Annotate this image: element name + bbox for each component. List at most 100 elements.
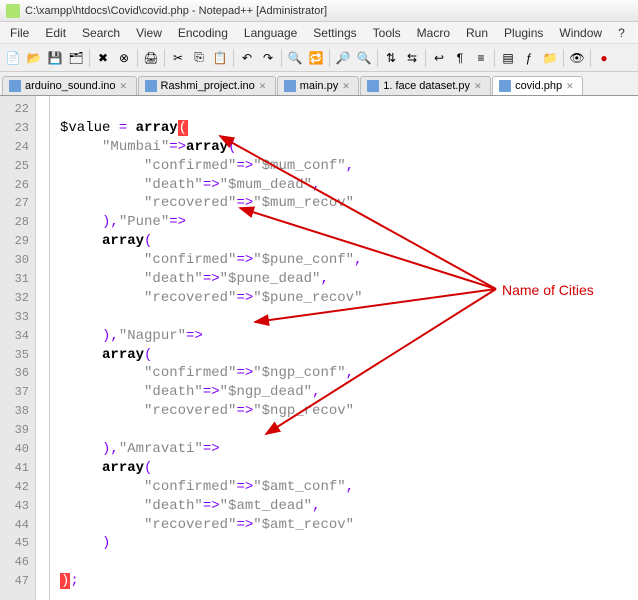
line-number: 29 xyxy=(0,232,29,251)
code-line[interactable] xyxy=(60,553,638,572)
menu-window[interactable]: Window xyxy=(551,24,610,42)
code-line[interactable]: "confirmed"=>"$mum_conf", xyxy=(60,157,638,176)
tab-label: 1. face dataset.py xyxy=(383,80,470,92)
tab-main-py[interactable]: main.py✕ xyxy=(277,76,360,95)
word-wrap-icon[interactable]: ↩ xyxy=(429,48,449,68)
print-icon[interactable]: 🖨 xyxy=(141,48,161,68)
line-number: 33 xyxy=(0,308,29,327)
tab-close-icon[interactable]: ✕ xyxy=(342,81,352,91)
menu-language[interactable]: Language xyxy=(236,24,305,42)
code-line[interactable]: array( xyxy=(60,232,638,251)
code-line[interactable]: "death"=>"$ngp_dead", xyxy=(60,383,638,402)
monitor-icon[interactable]: 👁 xyxy=(567,48,587,68)
code-line[interactable]: "recovered"=>"$amt_recov" xyxy=(60,516,638,535)
tab-close-icon[interactable]: ✕ xyxy=(120,81,130,91)
show-all-chars-icon[interactable]: ¶ xyxy=(450,48,470,68)
tab-close-icon[interactable]: ✕ xyxy=(566,81,576,91)
undo-icon[interactable]: ↶ xyxy=(237,48,257,68)
menu-plugins[interactable]: Plugins xyxy=(496,24,551,42)
code-line[interactable]: "confirmed"=>"$ngp_conf", xyxy=(60,364,638,383)
cut-icon[interactable]: ✂ xyxy=(168,48,188,68)
new-file-icon[interactable]: 📄 xyxy=(3,48,23,68)
close-all-icon[interactable]: ⊗ xyxy=(114,48,134,68)
line-gutter: 2223242526272829303132333435363738394041… xyxy=(0,96,36,600)
save-icon[interactable]: 💾 xyxy=(45,48,65,68)
line-number: 31 xyxy=(0,270,29,289)
code-line[interactable]: "death"=>"$amt_dead", xyxy=(60,497,638,516)
app-icon xyxy=(6,4,20,18)
menu-settings[interactable]: Settings xyxy=(305,24,364,42)
tab-close-icon[interactable]: ✕ xyxy=(259,81,269,91)
code-line[interactable]: array( xyxy=(60,346,638,365)
code-line[interactable]: "confirmed"=>"$amt_conf", xyxy=(60,478,638,497)
tab-close-icon[interactable]: ✕ xyxy=(474,81,484,91)
save-all-icon[interactable]: 🗂 xyxy=(66,48,86,68)
tab-1--face-dataset-py[interactable]: 1. face dataset.py ✕ xyxy=(360,76,491,95)
code-area[interactable]: Name of Cities $value = array( "Mumbai"=… xyxy=(50,96,638,600)
replace-icon[interactable]: 🔁 xyxy=(306,48,326,68)
redo-icon[interactable]: ↷ xyxy=(258,48,278,68)
tab-covid-php[interactable]: covid.php ✕ xyxy=(492,76,583,95)
code-line[interactable]: "Mumbai"=>array( xyxy=(60,138,638,157)
line-number: 44 xyxy=(0,516,29,535)
doc-map-icon[interactable]: ▤ xyxy=(498,48,518,68)
code-line[interactable] xyxy=(60,421,638,440)
close-icon[interactable]: ✖ xyxy=(93,48,113,68)
menu-file[interactable]: File xyxy=(2,24,37,42)
menu-run[interactable]: Run xyxy=(458,24,496,42)
line-number: 36 xyxy=(0,364,29,383)
line-number: 39 xyxy=(0,421,29,440)
func-list-icon[interactable]: ƒ xyxy=(519,48,539,68)
titlebar-text: C:\xampp\htdocs\Covid\covid.php - Notepa… xyxy=(25,5,327,17)
code-line[interactable] xyxy=(60,308,638,327)
code-line[interactable]: "death"=>"$mum_dead", xyxy=(60,176,638,195)
sync-v-icon[interactable]: ⇅ xyxy=(381,48,401,68)
menu-macro[interactable]: Macro xyxy=(409,24,458,42)
menu-q[interactable]: ? xyxy=(610,24,633,42)
line-number: 27 xyxy=(0,194,29,213)
code-line[interactable]: ); xyxy=(60,572,638,591)
sync-h-icon[interactable]: ⇆ xyxy=(402,48,422,68)
menu-edit[interactable]: Edit xyxy=(37,24,74,42)
zoom-in-icon[interactable]: 🔎 xyxy=(333,48,353,68)
line-number: 22 xyxy=(0,100,29,119)
find-icon[interactable]: 🔍 xyxy=(285,48,305,68)
copy-icon[interactable]: ⎘ xyxy=(189,48,209,68)
code-line[interactable]: ) xyxy=(60,534,638,553)
code-line[interactable]: array( xyxy=(60,459,638,478)
code-line[interactable]: "confirmed"=>"$pune_conf", xyxy=(60,251,638,270)
record-icon[interactable]: ● xyxy=(594,48,614,68)
menu-view[interactable]: View xyxy=(128,24,170,42)
folder-icon[interactable]: 📁 xyxy=(540,48,560,68)
line-number: 23 xyxy=(0,119,29,138)
tab-label: covid.php xyxy=(515,80,562,92)
code-line[interactable]: ),"Pune"=> xyxy=(60,213,638,232)
menu-encoding[interactable]: Encoding xyxy=(170,24,236,42)
code-line[interactable] xyxy=(60,100,638,119)
tab-label: main.py xyxy=(300,80,339,92)
zoom-out-icon[interactable]: 🔍 xyxy=(354,48,374,68)
menu-search[interactable]: Search xyxy=(74,24,128,42)
code-line[interactable]: "recovered"=>"$ngp_recov" xyxy=(60,402,638,421)
line-number: 28 xyxy=(0,213,29,232)
line-number: 43 xyxy=(0,497,29,516)
tab-label: arduino_sound.ino xyxy=(25,80,116,92)
code-line[interactable]: ),"Nagpur"=> xyxy=(60,327,638,346)
tab-arduino-sound-ino[interactable]: arduino_sound.ino ✕ xyxy=(2,76,137,95)
tab-rashmi-project-ino[interactable]: Rashmi_project.ino✕ xyxy=(138,76,276,95)
code-line[interactable]: "recovered"=>"$mum_recov" xyxy=(60,194,638,213)
line-number: 47 xyxy=(0,572,29,591)
file-icon xyxy=(367,80,379,92)
menubar: FileEditSearchViewEncodingLanguageSettin… xyxy=(0,22,638,44)
line-number: 26 xyxy=(0,176,29,195)
code-line[interactable]: $value = array( xyxy=(60,119,638,138)
titlebar[interactable]: C:\xampp\htdocs\Covid\covid.php - Notepa… xyxy=(0,0,638,22)
menu-tools[interactable]: Tools xyxy=(365,24,409,42)
line-number: 42 xyxy=(0,478,29,497)
paste-icon[interactable]: 📋 xyxy=(210,48,230,68)
file-icon xyxy=(284,80,296,92)
open-file-icon[interactable]: 📂 xyxy=(24,48,44,68)
code-line[interactable]: ),"Amravati"=> xyxy=(60,440,638,459)
indent-guide-icon[interactable]: ≡ xyxy=(471,48,491,68)
line-number: 46 xyxy=(0,553,29,572)
